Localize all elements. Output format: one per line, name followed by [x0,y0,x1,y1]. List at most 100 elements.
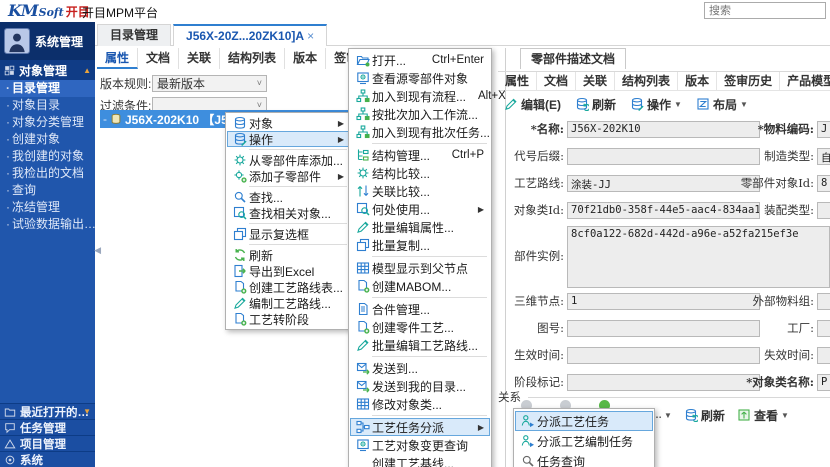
menu-item[interactable]: 查找... [227,189,350,205]
menu-item-label: 按批次加入工作流... [372,106,484,123]
menu-item[interactable]: 何处使用...▶ [350,200,490,218]
sidebar-bottom-sections: 最近打开的…▼任务管理项目管理系统 [0,403,95,467]
sidebar-item[interactable]: 创建对象 [0,131,95,148]
menu-item[interactable]: 批量编辑属性... [350,218,490,236]
field-value[interactable]: P [817,374,830,391]
menu-item[interactable]: 加入到现有流程...Alt+X [350,87,490,105]
right-panel-tab[interactable]: 版本 [678,72,717,90]
close-icon[interactable]: × [307,29,314,43]
menu-item[interactable]: 创建MABOM... [350,277,490,295]
toolbar-button[interactable]: 刷新 [575,96,616,113]
sidebar-bottom-item[interactable]: 任务管理 [0,419,95,435]
menu-item[interactable]: 发送到我的目录... [350,377,490,395]
menu-item[interactable]: 分派工艺任务 [515,411,653,431]
right-panel-tab[interactable]: 产品模型 [780,72,830,90]
toolbar-button[interactable]: 查看▼ [737,407,789,424]
document-tab[interactable]: 目录管理 [97,24,171,46]
menu-item[interactable]: 分派工艺编制任务 [515,431,653,451]
toolbar-button[interactable]: 编辑(E) [504,96,561,113]
sidebar-section-object-management[interactable]: 对象管理 ▲ [0,60,95,80]
menu-item[interactable]: 关联比较... [350,182,490,200]
left-panel-tab[interactable]: 文档 [138,48,179,69]
menu-item[interactable]: 工艺对象变更查询 [350,436,490,454]
triangle-icon [4,438,16,450]
menu-item[interactable]: 工艺转阶段 [227,311,350,327]
right-panel-tab[interactable]: 属性 [498,72,537,90]
left-panel-tab[interactable]: 关联 [179,48,220,69]
right-panel-tab[interactable]: 关联 [576,72,615,90]
field-value[interactable]: 自 [817,148,830,165]
sidebar-item[interactable]: 试验数据输出… [0,216,95,233]
sidebar-item[interactable]: 我创建的对象 [0,148,95,165]
left-panel-tab[interactable]: 属性 [97,48,138,69]
document-tab[interactable]: J56X-20Z...20ZK10]A× [173,24,327,46]
chevron-down-icon[interactable]: ▼ [83,407,91,416]
sidebar-item[interactable]: 我检出的文档 [0,165,95,182]
menu-item[interactable]: 加入到现有批次任务... [350,123,490,141]
menu-item[interactable]: 创建工艺基线... [350,454,490,467]
menu-item[interactable]: 从零部件库添加... [227,152,350,168]
grid-icon [353,397,372,411]
part-instance-field[interactable]: 8cf0a122-682d-442d-a96e-a52fa215ef3e [567,226,830,288]
left-panel-tab[interactable]: 版本 [285,48,326,69]
field-value[interactable]: J [817,121,830,138]
menu-item[interactable]: 批量复制... [350,236,490,254]
menu-item[interactable]: 按批次加入工作流... [350,105,490,123]
menu-item[interactable]: 创建零件工艺... [350,318,490,336]
panel-collapse-icon[interactable]: ◀ [94,245,101,256]
toolbar-button[interactable]: 操作▼ [630,96,682,113]
menu-item[interactable]: 发送到... [350,359,490,377]
menu-item[interactable]: 模型显示到父节点 [350,259,490,277]
field-value[interactable] [817,293,830,310]
field-value[interactable] [817,320,830,337]
sidebar-item[interactable]: 查询 [0,182,95,199]
menu-item[interactable]: 查找相关对象... [227,205,350,221]
user-block[interactable]: 系统管理 [0,22,95,60]
menu-item[interactable]: 编制工艺路线... [227,295,350,311]
menu-item-label: 对象 [249,115,330,132]
menu-item[interactable]: 修改对象类... [350,395,490,413]
menu-item[interactable]: 显示复选框 [227,226,350,242]
toolbar-button[interactable]: 刷新 [684,407,725,424]
sidebar-item[interactable]: 目录管理 [0,80,95,97]
field-value[interactable] [817,202,830,219]
field-value[interactable] [817,347,830,364]
menu-item[interactable]: 导出到Excel [227,263,350,279]
toolbar-button[interactable]: 布局▼ [696,96,748,113]
menu-item[interactable]: 对象▶ [227,115,350,131]
menu-item[interactable]: 查看源零部件对象 [350,69,490,87]
search-input[interactable] [704,2,826,19]
sidebar-item[interactable]: 冻结管理 [0,199,95,216]
menu-item[interactable]: 结构管理...Ctrl+P [350,146,490,164]
chevron-down-icon: ▼ [674,100,682,109]
menu-item[interactable]: 操作▶ [227,131,350,147]
right-panel-tab[interactable]: 签审历史 [717,72,780,90]
field-value[interactable]: 8 [817,175,830,192]
version-rule-select[interactable]: 最新版本 ˅ [152,75,267,92]
menu-item[interactable]: 添加子零部件▶ [227,168,350,184]
sidebar-bottom-item[interactable]: 最近打开的…▼ [0,403,95,419]
menu-item[interactable]: 工艺任务分派▶ [350,418,490,436]
tree-expander[interactable]: - [103,112,107,126]
menu-item[interactable]: 任务查询 [515,451,653,467]
menu-item[interactable]: 合件管理... [350,300,490,318]
sidebar-bottom-item[interactable]: 系统 [0,451,95,467]
right-panel-tab[interactable]: 文档 [537,72,576,90]
chevron-up-icon[interactable]: ▲ [83,66,91,75]
field-label: 制造类型: [724,148,814,164]
sidebar-bottom-item[interactable]: 项目管理 [0,435,95,451]
search-grey-icon [518,454,537,467]
menu-item[interactable]: 创建工艺路线表... [227,279,350,295]
menu-item[interactable]: 打开...Ctrl+Enter [350,51,490,69]
sidebar-item[interactable]: 对象分类管理 [0,114,95,131]
right-panel-tab[interactable]: 结构列表 [615,72,678,90]
form-row: 对象类Id:70f21db0-358f-44e5-aac4-834aa1cb05… [506,201,830,219]
sidebar-item[interactable]: 对象目录 [0,97,95,114]
left-panel-tab[interactable]: 结构列表 [220,48,285,69]
tab-part-description-doc[interactable]: 零部件描述文档 [520,48,626,69]
tab-label: 目录管理 [110,28,158,42]
sidebar-bottom-label: 任务管理 [20,420,66,436]
menu-item[interactable]: 刷新 [227,247,350,263]
menu-item[interactable]: 结构比较... [350,164,490,182]
menu-item[interactable]: 批量编辑工艺路线... [350,336,490,354]
